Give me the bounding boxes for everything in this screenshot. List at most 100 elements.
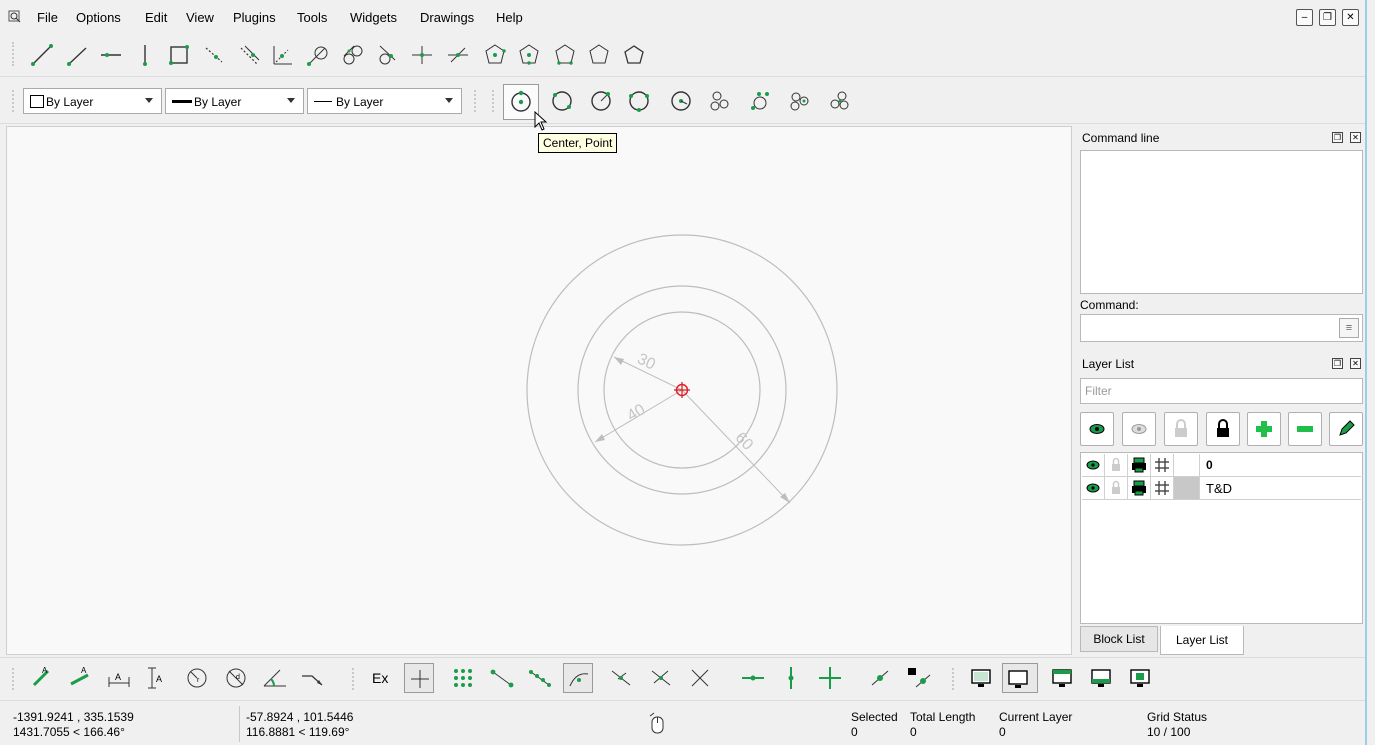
circle-tangent-2circles-icon[interactable] bbox=[707, 88, 733, 114]
pen-color-select[interactable]: By Layer bbox=[23, 88, 162, 114]
polygon-center-tangent-icon[interactable] bbox=[516, 42, 542, 68]
toolbar-grip[interactable] bbox=[352, 668, 356, 690]
toolbar-grip[interactable] bbox=[12, 90, 16, 112]
view-monitor-green-center-icon[interactable] bbox=[1125, 663, 1155, 693]
line-tangent-point-circle-icon[interactable] bbox=[305, 42, 331, 68]
line-2points-icon[interactable] bbox=[29, 42, 55, 68]
toolbar-grip[interactable] bbox=[12, 668, 16, 690]
circle-tangent-circle-icon[interactable] bbox=[786, 88, 812, 114]
add-layer-button[interactable] bbox=[1247, 412, 1281, 446]
circle-3points-icon[interactable] bbox=[626, 88, 652, 114]
dim-vertical-icon[interactable]: A bbox=[142, 663, 172, 693]
pen-type-select[interactable]: By Layer bbox=[307, 88, 462, 114]
toolbar-grip[interactable] bbox=[952, 668, 956, 690]
snap-grid-icon[interactable] bbox=[448, 663, 478, 693]
remove-layer-button[interactable] bbox=[1288, 412, 1322, 446]
grid-hash-icon[interactable] bbox=[1151, 477, 1174, 499]
dim-leader-icon[interactable] bbox=[298, 663, 328, 693]
layer-color-swatch[interactable] bbox=[1174, 454, 1200, 476]
snap-distance-icon[interactable] bbox=[646, 663, 676, 693]
float-icon[interactable]: ❐ bbox=[1332, 132, 1343, 143]
line-orthogonal-icon[interactable] bbox=[270, 42, 296, 68]
restrict-vertical-icon[interactable] bbox=[776, 663, 806, 693]
printer-icon[interactable] bbox=[1128, 454, 1151, 476]
edit-layer-button[interactable] bbox=[1329, 412, 1363, 446]
close-icon[interactable]: ✕ bbox=[1350, 132, 1361, 143]
close-button[interactable]: ✕ bbox=[1342, 9, 1359, 26]
snap-endpoint-icon[interactable] bbox=[487, 663, 517, 693]
line-parallel-through-icon[interactable] bbox=[237, 42, 263, 68]
circle-tangent-3points-icon[interactable] bbox=[747, 88, 773, 114]
layer-color-swatch[interactable] bbox=[1174, 477, 1200, 499]
snap-center-icon[interactable] bbox=[563, 663, 593, 693]
line-perpendicular-icon[interactable] bbox=[409, 42, 435, 68]
restrict-horizontal-icon[interactable] bbox=[738, 663, 768, 693]
menu-file[interactable]: File bbox=[37, 10, 58, 25]
snap-middle-icon[interactable] bbox=[606, 663, 636, 693]
menu-drawings[interactable]: Drawings bbox=[420, 10, 474, 25]
dim-aligned-icon[interactable]: A bbox=[28, 663, 58, 693]
polygon-corner-corner-icon[interactable] bbox=[552, 42, 578, 68]
line-tangent-orthogonal-icon[interactable] bbox=[375, 42, 401, 68]
line-angle-icon[interactable] bbox=[64, 42, 90, 68]
eye-icon[interactable] bbox=[1082, 454, 1105, 476]
pen-width-select[interactable]: By Layer bbox=[165, 88, 304, 114]
eye-icon[interactable] bbox=[1082, 477, 1105, 499]
relative-zero-icon[interactable] bbox=[866, 663, 896, 693]
line-bisector-icon[interactable] bbox=[202, 42, 228, 68]
menu-widgets[interactable]: Widgets bbox=[350, 10, 397, 25]
circle-center-radius-alt-icon[interactable] bbox=[668, 88, 694, 114]
dim-radial-icon[interactable]: r bbox=[182, 663, 212, 693]
command-history[interactable] bbox=[1080, 150, 1363, 294]
toolbar-grip[interactable] bbox=[492, 90, 496, 112]
menu-edit[interactable]: Edit bbox=[145, 10, 167, 25]
tab-layer-list[interactable]: Layer List bbox=[1160, 626, 1244, 655]
layer-filter-field[interactable]: Filter bbox=[1080, 378, 1363, 404]
line-vertical-icon[interactable] bbox=[132, 42, 158, 68]
unlock-icon[interactable] bbox=[1105, 477, 1128, 499]
menu-options[interactable]: Options bbox=[76, 10, 121, 25]
snap-intersection-icon[interactable] bbox=[685, 663, 715, 693]
dim-angular-icon[interactable] bbox=[260, 663, 290, 693]
radius-dimension-line-60[interactable] bbox=[681, 389, 791, 504]
snap-free-icon[interactable] bbox=[404, 663, 434, 693]
line-tangent-two-circles-icon[interactable] bbox=[340, 42, 366, 68]
unlock-all-layers-button[interactable] bbox=[1164, 412, 1198, 446]
printer-icon[interactable] bbox=[1128, 477, 1151, 499]
table-row[interactable]: T&D bbox=[1082, 477, 1361, 500]
float-icon[interactable]: ❐ bbox=[1332, 358, 1343, 369]
menu-help[interactable]: Help bbox=[496, 10, 523, 25]
rectangle-icon[interactable] bbox=[166, 42, 192, 68]
restrict-orthogonal-icon[interactable] bbox=[815, 663, 845, 693]
menu-plugins[interactable]: Plugins bbox=[233, 10, 276, 25]
close-icon[interactable]: ✕ bbox=[1350, 358, 1361, 369]
circle-inscribed-icon[interactable] bbox=[827, 88, 853, 114]
lock-relative-zero-icon[interactable] bbox=[904, 663, 934, 693]
polygon-center-corner-icon[interactable] bbox=[482, 42, 508, 68]
dim-diametric-icon[interactable]: d bbox=[221, 663, 251, 693]
grid-hash-icon[interactable] bbox=[1151, 454, 1174, 476]
toolbar-grip[interactable] bbox=[474, 90, 478, 112]
view-monitor-green-bottom-icon[interactable] bbox=[1086, 663, 1116, 693]
menu-tools[interactable]: Tools bbox=[297, 10, 327, 25]
table-row[interactable]: 0 bbox=[1082, 454, 1361, 477]
minimize-button[interactable]: – bbox=[1296, 9, 1313, 26]
circle-center-radius-icon[interactable] bbox=[549, 88, 575, 114]
dim-linear-icon[interactable]: A bbox=[66, 663, 96, 693]
polygon-icon[interactable] bbox=[586, 42, 612, 68]
snap-entity-icon[interactable] bbox=[525, 663, 555, 693]
line-horizontal-icon[interactable] bbox=[98, 42, 124, 68]
show-all-layers-button[interactable] bbox=[1080, 412, 1114, 446]
unlock-icon[interactable] bbox=[1105, 454, 1128, 476]
menu-view[interactable]: View bbox=[186, 10, 214, 25]
hide-all-layers-button[interactable] bbox=[1122, 412, 1156, 446]
restore-button[interactable]: ❐ bbox=[1319, 9, 1336, 26]
polygon-outline-icon[interactable] bbox=[621, 42, 647, 68]
view-monitor-icon[interactable] bbox=[966, 663, 996, 693]
circle-2points-icon[interactable] bbox=[588, 88, 614, 114]
drawing-canvas[interactable]: 30 40 60 bbox=[6, 126, 1072, 655]
view-monitor-green-top-icon[interactable] bbox=[1047, 663, 1077, 693]
view-monitor-active-icon[interactable] bbox=[1002, 663, 1038, 693]
tab-block-list[interactable]: Block List bbox=[1080, 626, 1158, 652]
line-relative-angle-icon[interactable] bbox=[445, 42, 471, 68]
